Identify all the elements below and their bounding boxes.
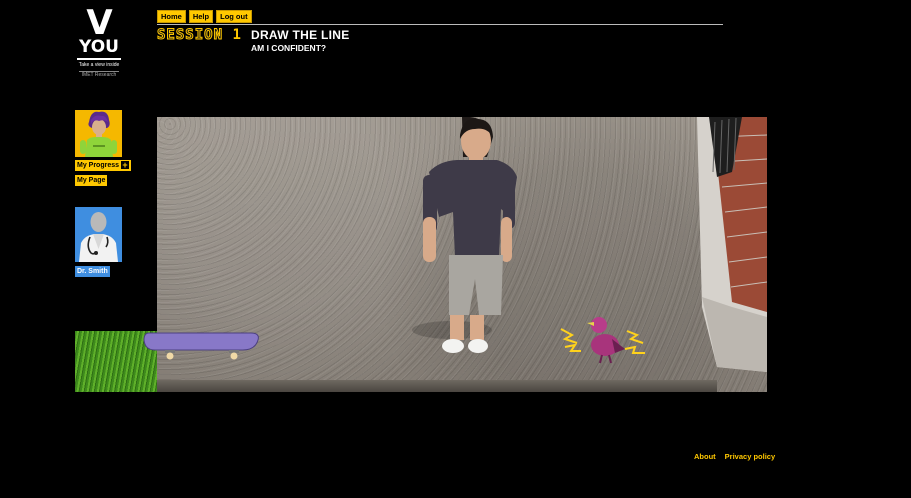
skateboard-icon xyxy=(143,330,261,360)
about-link[interactable]: About xyxy=(694,452,716,461)
footer-links: About Privacy policy xyxy=(694,452,775,461)
my-page-button[interactable]: My Page xyxy=(75,175,108,186)
doctor-button[interactable]: Dr. Smith xyxy=(75,266,110,277)
avatar-figure-icon xyxy=(80,111,117,157)
logout-button[interactable]: Log out xyxy=(216,10,252,23)
page-title: DRAW THE LINE xyxy=(251,28,350,42)
curb-edge xyxy=(157,380,717,392)
session-label: SESSION 1 xyxy=(156,27,242,44)
logo-org: IMET Research xyxy=(81,72,117,78)
logo: V YOU Take a view inside IMET Research xyxy=(74,3,124,79)
building-icon xyxy=(697,117,767,372)
doctor-silhouette-icon xyxy=(79,212,118,262)
logo-divider xyxy=(77,58,121,60)
plus-icon[interactable]: + xyxy=(121,161,130,170)
help-button[interactable]: Help xyxy=(188,10,214,23)
my-progress-button[interactable]: My Progress + xyxy=(75,160,132,171)
pigeon-icon xyxy=(560,317,645,364)
home-button[interactable]: Home xyxy=(157,10,186,23)
session-number: 1 xyxy=(232,27,242,43)
my-progress-label: My Progress xyxy=(77,162,120,169)
top-nav: Home Help Log out xyxy=(157,10,252,23)
logo-word: YOU xyxy=(79,37,119,57)
doctor-avatar[interactable] xyxy=(75,207,122,262)
privacy-policy-link[interactable]: Privacy policy xyxy=(725,452,775,461)
logo-tagline: Take a view inside xyxy=(78,62,120,68)
header-divider xyxy=(157,24,723,25)
user-avatar[interactable] xyxy=(75,110,122,157)
page-subtitle: AM I CONFIDENT? xyxy=(251,43,327,53)
logo-letter: V xyxy=(86,3,112,43)
session-word: SESSION xyxy=(156,27,224,44)
person-figure-icon xyxy=(412,117,517,353)
